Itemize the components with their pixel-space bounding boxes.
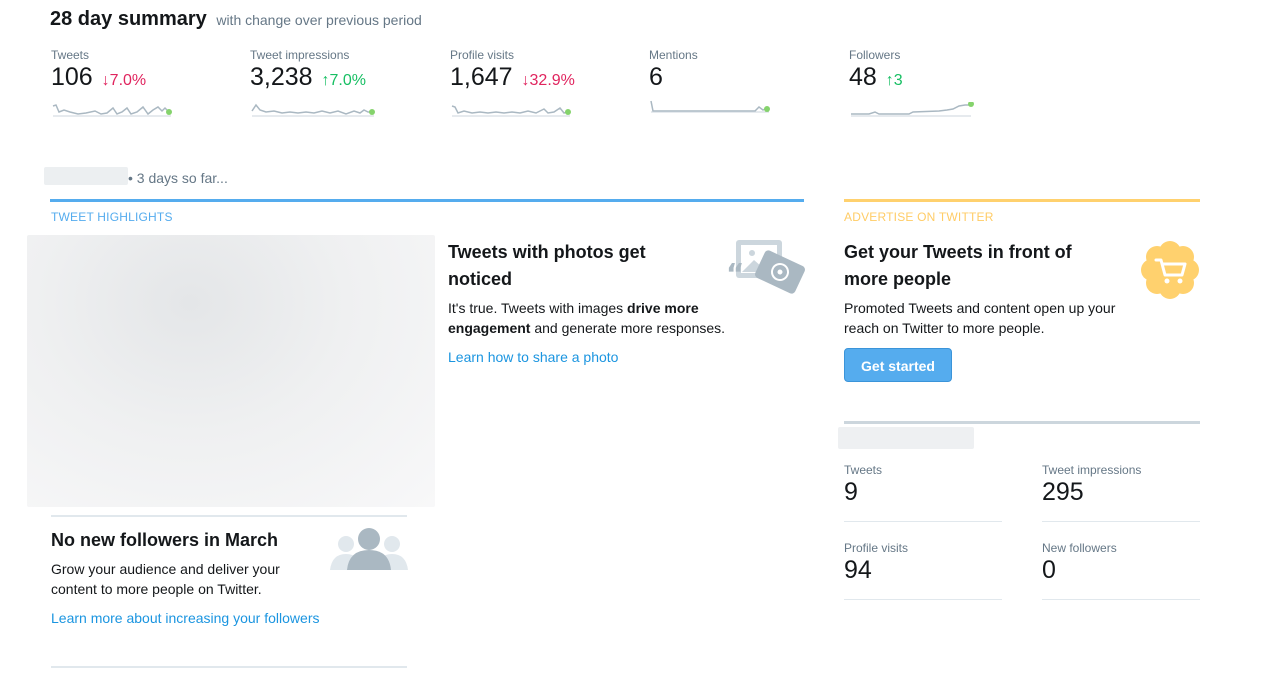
get-started-button[interactable]: Get started <box>844 348 952 382</box>
stat-tweets: Tweets 106 ↓7.0% <box>51 48 231 124</box>
photos-card-text: It's true. Tweets with images drive more… <box>448 298 748 338</box>
sparkline-endpoint <box>968 102 974 107</box>
stat-value: 1,647 <box>450 63 513 91</box>
period-stat-label: New followers <box>1042 541 1117 555</box>
share-photo-link[interactable]: Learn how to share a photo <box>448 349 618 365</box>
stat-change-value: 32.9% <box>529 72 575 89</box>
increase-followers-link[interactable]: Learn more about increasing your followe… <box>51 610 319 626</box>
period-stat-label: Tweets <box>844 463 883 477</box>
highlights-rule <box>50 199 804 202</box>
stat-value-row: 48 ↑3 <box>849 62 1029 96</box>
stat-label: Mentions <box>649 48 698 62</box>
sparkline-endpoint <box>166 109 172 115</box>
arrow-up-icon: ↑ <box>885 72 894 89</box>
stat-label: Tweets <box>51 48 90 62</box>
photos-text-part: It's true. Tweets with images <box>448 300 628 316</box>
period-stat-value: 94 <box>844 556 872 584</box>
stat-value: 6 <box>649 63 663 91</box>
stat-change-value: 3 <box>893 72 903 89</box>
sparkline <box>251 103 375 117</box>
people-icon <box>330 528 408 570</box>
stat-value: 106 <box>51 63 93 91</box>
sparkline <box>650 100 770 113</box>
stat-label: Tweet impressions <box>250 48 350 62</box>
stat-tweet-impressions: Tweet impressions 3,238 ↑7.0% <box>250 48 430 124</box>
stat-value-row: 3,238 ↑7.0% <box>250 62 430 96</box>
stat-change: ↓7.0% <box>102 72 146 89</box>
sparkline <box>851 102 974 117</box>
stat-change: ↓32.9% <box>522 72 575 89</box>
period-stat-value: 9 <box>844 478 858 506</box>
stat-value-row: 1,647 ↓32.9% <box>450 62 630 96</box>
sparkline-endpoint <box>369 109 375 115</box>
bottom-rule <box>51 666 407 668</box>
stat-label: Profile visits <box>450 48 515 62</box>
stat-followers: Followers 48 ↑3 <box>849 48 1029 124</box>
stat-value-row: 6 <box>649 62 829 92</box>
tweet-highlights-label: TWEET HIGHLIGHTS <box>51 210 173 224</box>
stat-change: ↑3 <box>886 72 903 89</box>
sparkline-endpoint <box>565 109 571 115</box>
date-range-redacted <box>44 167 128 185</box>
sparkline <box>52 104 172 117</box>
stat-value: 48 <box>849 63 877 91</box>
period-stat-profile-visits: Profile visits 94 <box>844 541 1002 600</box>
stat-change: ↑7.0% <box>322 72 366 89</box>
svg-text:“: “ <box>726 257 744 290</box>
period-stat-tweets: Tweets 9 <box>844 463 1002 522</box>
advertise-label: ADVERTISE ON TWITTER <box>844 210 994 224</box>
followers-card-rule <box>51 515 407 517</box>
photos-card-title: Tweets with photos get noticed <box>448 242 646 289</box>
days-so-far: • 3 days so far... <box>128 170 228 186</box>
period-stat-value: 295 <box>1042 478 1084 506</box>
summary-title-text: 28 day summary <box>50 8 207 30</box>
arrow-down-icon: ↓ <box>521 72 530 89</box>
stat-mentions: Mentions 6 <box>649 48 829 120</box>
advertise-rule <box>844 199 1200 202</box>
summary-subtitle: with change over previous period <box>216 12 422 28</box>
period-stat-label: Tweet impressions <box>1042 463 1142 477</box>
period-stat-label: Profile visits <box>844 541 909 555</box>
advertise-title: Get your Tweets in front of more people <box>844 242 1072 289</box>
period-label-redacted <box>838 427 974 449</box>
stat-profile-visits: Profile visits 1,647 ↓32.9% <box>450 48 630 124</box>
followers-card-title: No new followers in March <box>51 530 279 550</box>
photos-icon: “ <box>726 240 805 294</box>
stat-change-value: 7.0% <box>329 72 366 89</box>
followers-card-text: Grow your audience and deliver your cont… <box>51 561 280 597</box>
sparkline <box>451 105 571 117</box>
period-stats-rule <box>844 421 1200 424</box>
photos-text-part: and generate more responses. <box>530 320 726 336</box>
stat-label: Followers <box>849 48 901 62</box>
period-stat-new-followers: New followers 0 <box>1042 541 1200 600</box>
summary-title: 28 day summary with change over previous… <box>50 8 422 31</box>
arrow-up-icon: ↑ <box>321 72 330 89</box>
arrow-down-icon: ↓ <box>101 72 110 89</box>
stat-value-row: 106 ↓7.0% <box>51 62 231 96</box>
period-stat-value: 0 <box>1042 556 1056 584</box>
stat-value: 3,238 <box>250 63 313 91</box>
advertise-text: Promoted Tweets and content open up your… <box>844 300 1116 336</box>
shopping-cart-icon <box>1141 241 1199 299</box>
stat-change-value: 7.0% <box>109 72 147 89</box>
sparkline-endpoint <box>764 106 770 112</box>
top-tweet-redacted <box>27 235 435 507</box>
period-stat-impressions: Tweet impressions 295 <box>1042 463 1200 522</box>
